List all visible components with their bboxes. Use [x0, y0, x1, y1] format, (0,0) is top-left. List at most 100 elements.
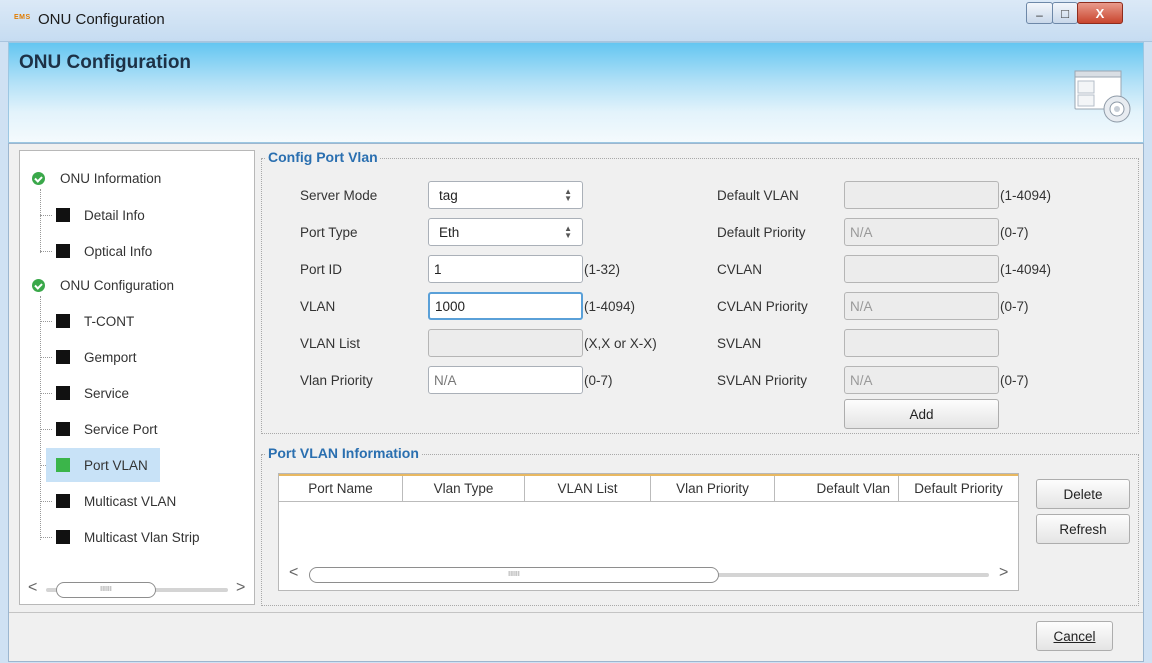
scroll-thumb[interactable]: IIIIII	[56, 582, 156, 598]
port-type-value: Eth	[439, 224, 460, 240]
leaf-square-icon	[56, 422, 70, 436]
server-mode-select[interactable]: tag ▲ ▼	[428, 181, 583, 209]
leaf-square-icon	[56, 208, 70, 222]
table-horizontal-scrollbar[interactable]: < IIIIII >	[285, 564, 1013, 584]
vlan-list-hint: (X,X or X-X)	[584, 336, 657, 351]
leaf-square-icon	[56, 530, 70, 544]
vlan-priority-input[interactable]	[428, 366, 583, 394]
server-mode-label: Server Mode	[300, 188, 378, 203]
tree-item-label: Detail Info	[84, 207, 145, 223]
vlan-priority-hint: (0-7)	[584, 373, 613, 388]
tree-item-service-port[interactable]: Service Port	[20, 412, 254, 446]
port-id-input[interactable]	[428, 255, 583, 283]
tree-item-gemport[interactable]: Gemport	[20, 340, 254, 374]
default-priority-hint: (0-7)	[1000, 225, 1029, 240]
tree-item-multicast-vlan-strip[interactable]: Multicast Vlan Strip	[20, 520, 254, 554]
tree-horizontal-scrollbar[interactable]: < IIIIII >	[26, 579, 248, 599]
window-title-bar: EMS ONU Configuration – □ X	[0, 0, 1152, 42]
vlan-list-input[interactable]	[428, 329, 583, 357]
default-vlan-label: Default VLAN	[717, 188, 799, 203]
scroll-right-icon[interactable]: >	[236, 579, 245, 597]
scroll-left-icon[interactable]: <	[289, 564, 298, 582]
tree-group-label: ONU Information	[60, 170, 162, 186]
vlan-hint: (1-4094)	[584, 299, 636, 314]
scroll-left-icon[interactable]: <	[28, 579, 37, 597]
default-priority-label: Default Priority	[717, 225, 806, 240]
tree-group-onu-information[interactable]: ONU Information	[20, 161, 254, 195]
config-port-vlan-group: Config Port Vlan Server Mode tag ▲ ▼ Port…	[261, 149, 1139, 434]
column-header-vlan-type[interactable]: Vlan Type	[403, 476, 525, 501]
tree-group-label: ONU Configuration	[60, 277, 175, 293]
delete-button[interactable]: Delete	[1036, 479, 1130, 509]
window-title: ONU Configuration	[38, 11, 165, 28]
port-id-label: Port ID	[300, 262, 343, 277]
tree-item-optical-info[interactable]: Optical Info	[20, 234, 254, 268]
maximize-button[interactable]: □	[1052, 2, 1078, 24]
spinner-arrows-icon: ▲ ▼	[564, 187, 572, 203]
vlan-list-label: VLAN List	[300, 336, 361, 351]
leaf-square-icon	[56, 458, 70, 472]
column-header-default-vlan[interactable]: Default Vlan	[775, 476, 899, 501]
spinner-arrows-icon: ▲ ▼	[564, 224, 572, 240]
expanded-check-icon	[32, 171, 45, 185]
cvlan-priority-input[interactable]	[844, 292, 999, 320]
svlan-priority-hint: (0-7)	[1000, 373, 1029, 388]
tree-item-port-vlan[interactable]: Port VLAN	[20, 448, 254, 482]
table-body	[279, 502, 1018, 562]
group-title: Config Port Vlan	[266, 149, 380, 165]
port-vlan-table[interactable]: Port Name Vlan Type VLAN List Vlan Prior…	[278, 473, 1019, 591]
config-gear-window-icon	[1074, 70, 1131, 123]
expanded-check-icon	[32, 278, 45, 292]
svlan-label: SVLAN	[717, 336, 762, 351]
selection-highlight: Port VLAN	[46, 448, 160, 482]
vlan-input[interactable]	[428, 292, 583, 320]
column-header-port-name[interactable]: Port Name	[279, 476, 403, 501]
minimize-icon: –	[1036, 8, 1043, 22]
tree-group-onu-configuration[interactable]: ONU Configuration	[20, 268, 254, 302]
default-vlan-hint: (1-4094)	[1000, 188, 1052, 203]
tree-item-label: T-CONT	[84, 313, 135, 329]
client-area: ONU Information Detail Info Optical Info…	[8, 143, 1144, 662]
leaf-square-icon	[56, 494, 70, 508]
svlan-input[interactable]	[844, 329, 999, 357]
default-vlan-input[interactable]	[844, 181, 999, 209]
refresh-button[interactable]: Refresh	[1036, 514, 1130, 544]
app-logo: EMS	[14, 14, 31, 21]
port-type-label: Port Type	[300, 225, 358, 240]
cvlan-priority-hint: (0-7)	[1000, 299, 1029, 314]
tree-item-label: Service Port	[84, 421, 158, 437]
tree-item-label: Service	[84, 385, 130, 401]
close-icon: X	[1095, 5, 1105, 21]
tree-item-t-cont[interactable]: T-CONT	[20, 304, 254, 338]
column-header-vlan-priority[interactable]: Vlan Priority	[651, 476, 775, 501]
tree-item-service[interactable]: Service	[20, 376, 254, 410]
cvlan-input[interactable]	[844, 255, 999, 283]
vlan-label: VLAN	[300, 299, 336, 314]
table-header: Port Name Vlan Type VLAN List Vlan Prior…	[279, 474, 1018, 502]
leaf-square-icon	[56, 244, 70, 258]
cvlan-label: CVLAN	[717, 262, 763, 277]
tree-item-multicast-vlan[interactable]: Multicast VLAN	[20, 484, 254, 518]
close-button[interactable]: X	[1077, 2, 1123, 24]
column-header-vlan-list[interactable]: VLAN List	[525, 476, 651, 501]
column-header-default-priority[interactable]: Default Priority	[899, 476, 1018, 501]
server-mode-value: tag	[439, 187, 458, 203]
add-button[interactable]: Add	[844, 399, 999, 429]
default-priority-input[interactable]	[844, 218, 999, 246]
tree-item-label: Port VLAN	[84, 457, 148, 473]
port-id-hint: (1-32)	[584, 262, 621, 277]
maximize-icon: □	[1061, 5, 1069, 21]
svlan-priority-label: SVLAN Priority	[717, 373, 808, 388]
vlan-priority-label: Vlan Priority	[300, 373, 373, 388]
port-type-select[interactable]: Eth ▲ ▼	[428, 218, 583, 246]
scroll-thumb[interactable]: IIIIII	[309, 567, 719, 583]
leaf-square-icon	[56, 386, 70, 400]
cancel-button[interactable]: Cancel	[1036, 621, 1113, 651]
tree-item-detail-info[interactable]: Detail Info	[20, 198, 254, 232]
scroll-right-icon[interactable]: >	[999, 564, 1008, 582]
minimize-button[interactable]: –	[1026, 2, 1053, 24]
cvlan-hint: (1-4094)	[1000, 262, 1052, 277]
svlan-priority-input[interactable]	[844, 366, 999, 394]
group-title: Port VLAN Information	[266, 445, 421, 461]
tree-item-label: Gemport	[84, 349, 137, 365]
